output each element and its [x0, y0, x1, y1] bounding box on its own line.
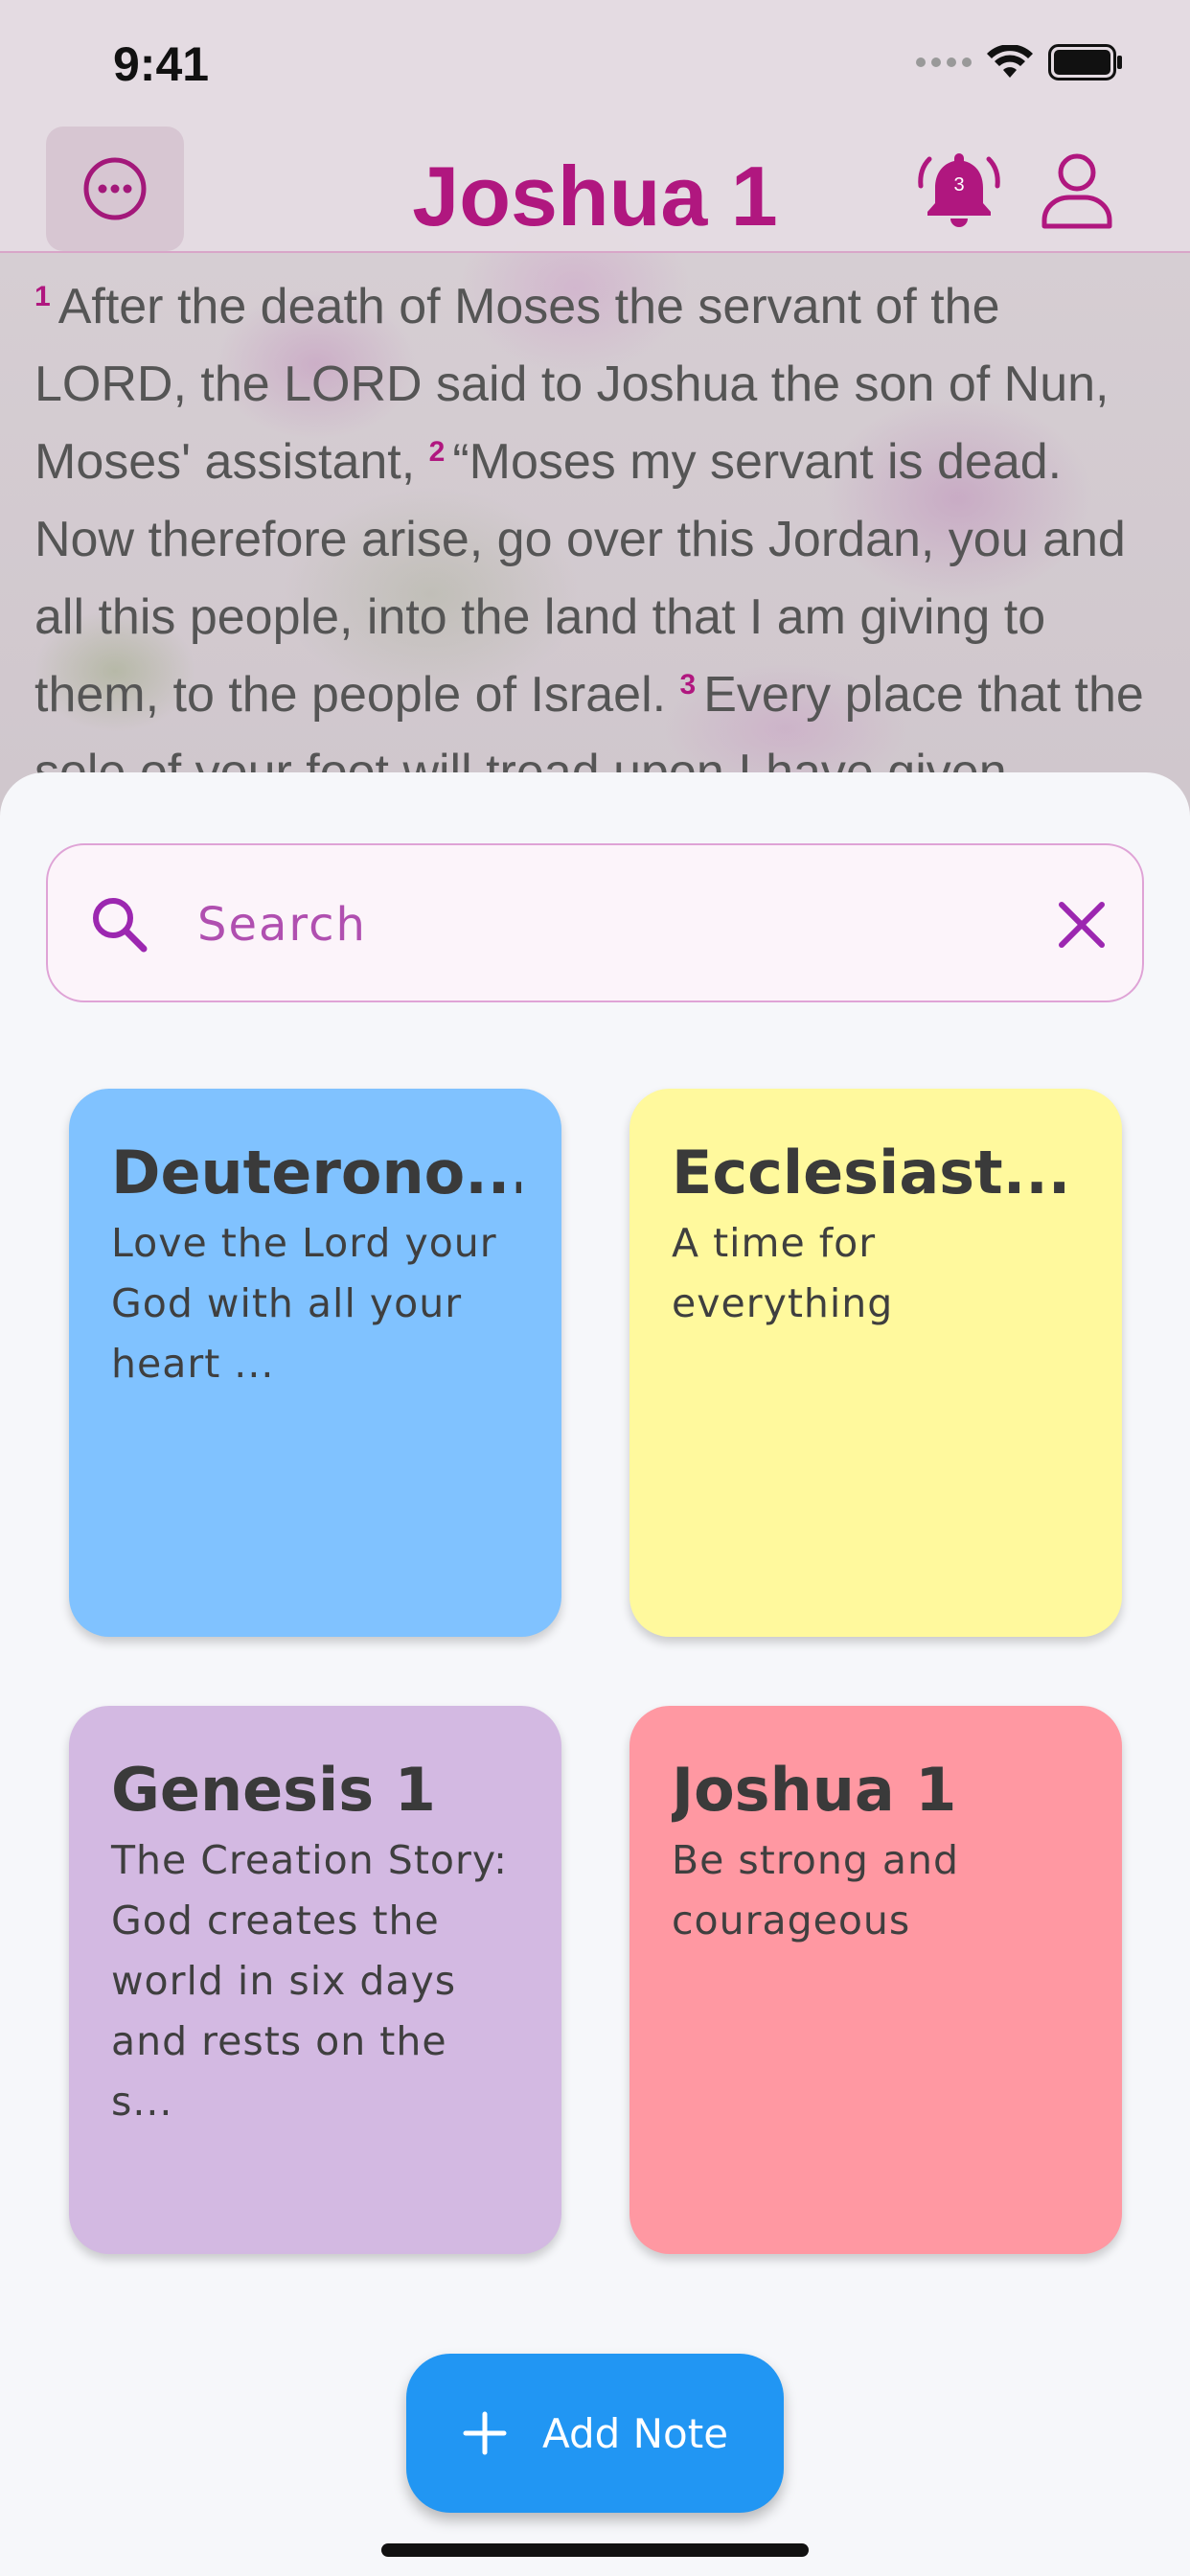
- status-icons: [916, 44, 1123, 80]
- app-bar: Joshua 1 3: [0, 126, 1190, 253]
- note-body: The Creation Story: God creates the worl…: [111, 1837, 508, 2125]
- note-card[interactable]: Genesis 1 The Creation Story: God create…: [69, 1706, 561, 2254]
- note-title: Deuterono...: [111, 1138, 521, 1208]
- verse-number: 2: [428, 435, 446, 468]
- page-title: Joshua 1: [412, 149, 778, 243]
- note-body: Be strong and courageous: [672, 1837, 960, 1944]
- search-bar: [46, 843, 1144, 1002]
- home-indicator: [381, 2543, 809, 2557]
- note-title: Ecclesiast...: [672, 1138, 1071, 1208]
- plus-icon: [463, 2411, 507, 2455]
- search-icon: [93, 898, 148, 953]
- notifications-button[interactable]: 3: [916, 146, 1002, 232]
- notes-sheet: Deuterono... Love the Lord your God with…: [0, 772, 1190, 2576]
- notification-count: 3: [953, 174, 965, 196]
- wifi-icon: [987, 45, 1033, 78]
- note-title: Joshua 1: [672, 1755, 957, 1825]
- status-time: 9:41: [113, 37, 210, 91]
- note-body: A time for everything: [672, 1220, 894, 1326]
- battery-icon: [1048, 44, 1122, 80]
- note-title: Genesis 1: [111, 1755, 436, 1825]
- person-icon: [1041, 153, 1112, 229]
- verse-number: 1: [34, 280, 51, 312]
- add-note-button[interactable]: Add Note: [406, 2354, 784, 2513]
- scripture-text: 1 After the death of Moses the servant of…: [34, 268, 1165, 774]
- close-icon[interactable]: [1050, 893, 1113, 956]
- status-bar: 9:41: [0, 0, 1190, 126]
- verse-number: 3: [679, 668, 697, 701]
- add-note-label: Add Note: [541, 2409, 729, 2457]
- note-body: Love the Lord your God with all your hea…: [111, 1220, 497, 1387]
- search-input[interactable]: [197, 884, 1021, 966]
- cellular-signal-icon: [916, 58, 972, 67]
- note-card[interactable]: Ecclesiast... A time for everything: [629, 1089, 1122, 1637]
- profile-button[interactable]: [1037, 150, 1117, 230]
- note-card[interactable]: Deuterono... Love the Lord your God with…: [69, 1089, 561, 1637]
- note-card[interactable]: Joshua 1 Be strong and courageous: [629, 1706, 1122, 2254]
